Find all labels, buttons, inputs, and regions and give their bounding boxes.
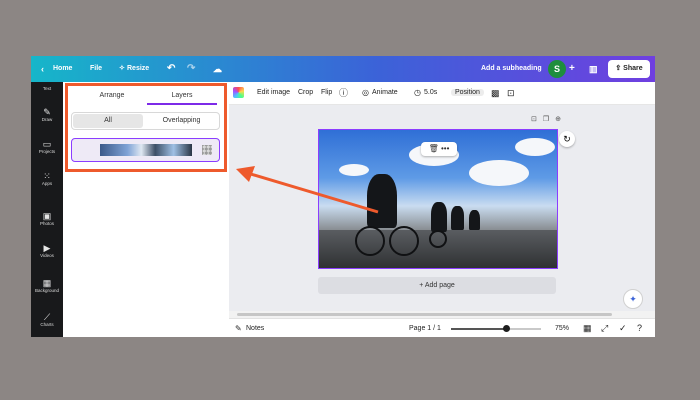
annotation-arrow [236, 166, 379, 214]
